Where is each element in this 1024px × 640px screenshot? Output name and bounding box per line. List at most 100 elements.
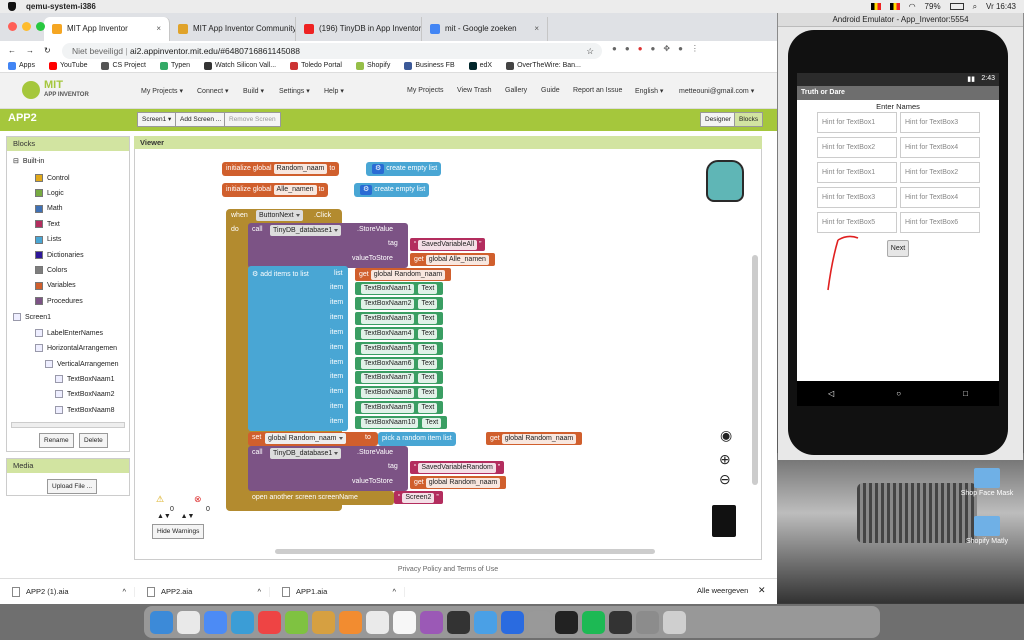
bookmark-item[interactable]: Watch Silicon Vall... <box>204 61 276 70</box>
dock-app-icon[interactable] <box>474 610 497 634</box>
ai-nav-menu[interactable]: My Projects ▾ <box>141 87 183 95</box>
bookmark-item[interactable]: CS Project <box>101 61 146 70</box>
desktop-icon-shop-face-mask[interactable]: Shop Face Mask <box>957 468 1017 497</box>
property-dropdown[interactable]: Text <box>418 373 438 384</box>
textbox-dropdown[interactable]: TextBoxNaam5 <box>361 343 415 354</box>
init-global-block[interactable]: initialize global Alle_namen to <box>222 183 329 197</box>
zoom-in-icon[interactable]: ⊕ <box>719 451 731 468</box>
bookmark-item[interactable]: Shopify <box>355 61 390 70</box>
textbox-dropdown[interactable]: TextBoxNaam10 <box>361 418 419 429</box>
dock-app-icon[interactable] <box>339 610 362 634</box>
gear-icon[interactable]: ⚙ <box>360 185 373 195</box>
dock-app-icon[interactable] <box>447 610 470 634</box>
browser-tab[interactable]: MIT App Inventor Community× <box>170 17 296 41</box>
name-textbox[interactable]: Hint for TextBox1 <box>817 162 897 183</box>
tinydb-dropdown[interactable]: TinyDB_database1 <box>270 448 342 459</box>
dock-app-icon[interactable] <box>285 610 308 634</box>
get-variable-block[interactable]: get global Random_naam <box>355 268 452 281</box>
zoom-window-button[interactable] <box>36 22 45 31</box>
back-arrow-icon[interactable]: ← <box>8 46 16 55</box>
close-tab-icon[interactable]: × <box>156 17 161 41</box>
open-another-screen-block[interactable]: open another screen screenName <box>248 491 394 505</box>
forward-arrow-icon[interactable]: → <box>26 46 34 55</box>
text-field[interactable]: SavedVariableRandom <box>418 463 496 473</box>
dock-app-icon[interactable] <box>366 610 389 634</box>
bookmark-item[interactable]: Toledo Portal <box>290 61 342 70</box>
chevron-up-icon[interactable]: ^ <box>257 587 261 596</box>
minimize-window-button[interactable] <box>22 22 31 31</box>
home-icon[interactable]: ○ <box>896 389 901 398</box>
textbox-dropdown[interactable]: TextBoxNaam3 <box>361 313 415 324</box>
gear-icon[interactable]: ⚙ <box>252 271 258 278</box>
warning-nav-arrows[interactable]: ▲▼ ▲▼ <box>157 513 194 520</box>
zoom-out-icon[interactable]: ⊖ <box>719 471 731 488</box>
builtin-node[interactable]: ⊟ Built-in <box>13 157 44 166</box>
property-dropdown[interactable]: Text <box>418 388 438 399</box>
battery-percent[interactable]: 79% <box>925 2 941 11</box>
textbox-text-getter-block[interactable]: TextBoxNaam8 Text <box>355 386 444 400</box>
variable-dropdown[interactable]: global Random_naam <box>265 433 346 444</box>
textbox-dropdown[interactable]: TextBoxNaam6 <box>361 358 415 369</box>
name-textbox[interactable]: Hint for TextBox3 <box>817 187 897 208</box>
wifi-icon[interactable]: ◠ <box>909 2 916 11</box>
address-bar[interactable]: Niet beveiligd | ai2.appinventor.mit.edu… <box>62 43 602 59</box>
var-name-field[interactable]: Alle_namen <box>273 185 317 195</box>
browser-tab[interactable]: (196) TinyDB in App Inventor× <box>296 17 422 41</box>
close-tab-icon[interactable]: × <box>534 17 539 41</box>
gear-icon[interactable]: ⚙ <box>372 164 385 174</box>
variable-dropdown[interactable]: global Random_naam <box>501 434 577 444</box>
textbox-text-getter-block[interactable]: TextBoxNaam3 Text <box>355 311 444 325</box>
property-dropdown[interactable]: Text <box>418 328 438 339</box>
ai-nav-link[interactable]: Gallery <box>505 87 527 94</box>
collapse-icon[interactable]: ⊟ <box>13 157 19 165</box>
get-variable-block[interactable]: get global Random_naam <box>486 432 583 445</box>
ai-nav-menu[interactable]: Connect ▾ <box>197 87 229 95</box>
name-textbox[interactable]: Hint for TextBox5 <box>817 212 897 233</box>
textbox-text-getter-block[interactable]: TextBoxNaam4 Text <box>355 326 444 340</box>
vertical-scrollbar[interactable] <box>752 255 758 485</box>
bookmark-item[interactable]: Apps <box>8 61 35 70</box>
trash-icon[interactable] <box>712 505 736 537</box>
text-field[interactable]: Screen2 <box>402 493 435 503</box>
download-item[interactable]: APP1.aia ^ <box>270 586 405 597</box>
download-item[interactable]: APP2.aia ^ <box>135 586 270 597</box>
blocks-button[interactable]: Blocks <box>734 112 764 127</box>
var-name-field[interactable]: Random_naam <box>273 164 328 174</box>
text-literal-block[interactable]: “SavedVariableAll” <box>410 238 486 251</box>
dock-app-icon[interactable] <box>609 610 632 634</box>
menubar-clock[interactable]: Vr 16:43 <box>986 2 1016 11</box>
mit-logo[interactable]: MIT APP INVENTOR <box>22 79 114 103</box>
designer-button[interactable]: Designer <box>700 112 737 127</box>
dock-app-icon[interactable] <box>177 610 200 634</box>
dock-app-icon[interactable] <box>663 610 686 634</box>
browser-tab[interactable]: MIT App Inventor × <box>44 17 170 41</box>
property-dropdown[interactable]: Text <box>418 284 438 294</box>
chevron-up-icon[interactable]: ^ <box>122 587 126 596</box>
block-category-math[interactable]: Math <box>35 204 63 213</box>
get-variable-block[interactable]: get global Alle_namen <box>410 253 495 266</box>
block-category-control[interactable]: Control <box>35 174 70 182</box>
textbox-text-getter-block[interactable]: TextBoxNaam5 Text <box>355 341 444 355</box>
download-item[interactable]: APP2 (1).aia ^ <box>0 586 135 597</box>
init-global-block[interactable]: initialize global Random_naam to <box>222 162 340 176</box>
property-dropdown[interactable]: Text <box>418 313 438 324</box>
bookmark-item[interactable]: Typen <box>159 61 190 70</box>
textbox-text-getter-block[interactable]: TextBoxNaam2 Text <box>355 296 444 310</box>
dock-app-icon[interactable] <box>582 610 605 634</box>
close-window-button[interactable] <box>8 22 17 31</box>
variable-dropdown[interactable]: global Alle_namen <box>425 255 489 265</box>
name-textbox[interactable]: Hint for TextBox6 <box>900 212 980 233</box>
bookmark-item[interactable]: YouTube <box>48 61 87 70</box>
block-category-lists[interactable]: Lists <box>35 235 61 244</box>
block-category-logic[interactable]: Logic <box>35 189 64 198</box>
ai-nav-menu[interactable]: Settings ▾ <box>279 87 310 95</box>
bookmark-item[interactable]: edX <box>468 61 492 70</box>
button-component-dropdown[interactable]: ButtonNext <box>256 210 303 221</box>
component-tree-item[interactable]: Screen1 <box>13 313 51 321</box>
textbox-dropdown[interactable]: TextBoxNaam9 <box>361 403 415 414</box>
screen-select-button[interactable]: Screen1 ▾ <box>137 112 177 127</box>
block-category-dictionaries[interactable]: Dictionaries <box>35 251 84 259</box>
recents-icon[interactable]: □ <box>963 389 968 398</box>
get-variable-block[interactable]: get global Random_naam <box>410 476 507 489</box>
bookmark-item[interactable]: Business FB <box>404 61 455 70</box>
